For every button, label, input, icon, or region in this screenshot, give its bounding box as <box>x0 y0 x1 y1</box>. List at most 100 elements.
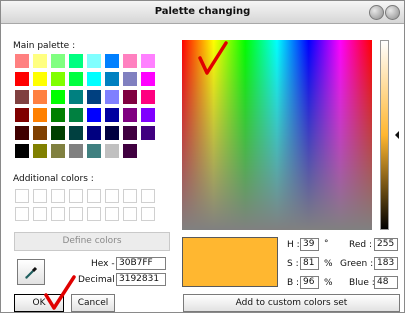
palette-dialog: Palette changing Main palette : Addition… <box>0 0 405 313</box>
palette-swatch[interactable] <box>69 72 83 86</box>
selected-color-preview <box>182 237 278 287</box>
palette-swatch[interactable] <box>33 54 47 68</box>
palette-swatch[interactable] <box>51 90 65 104</box>
palette-swatch[interactable] <box>105 108 119 122</box>
palette-swatch[interactable] <box>123 90 137 104</box>
cancel-button[interactable]: Cancel <box>71 294 115 312</box>
palette-swatch[interactable] <box>15 126 29 140</box>
title-bar: Palette changing <box>1 1 404 24</box>
additional-color-swatch[interactable] <box>141 207 155 221</box>
palette-swatch[interactable] <box>105 144 119 158</box>
palette-swatch[interactable] <box>123 54 137 68</box>
additional-colors-label: Additional colors : <box>13 174 94 184</box>
saturation-label: S : <box>287 259 299 269</box>
additional-colors-grid <box>15 189 155 221</box>
palette-swatch[interactable] <box>51 108 65 122</box>
brightness-label: B : <box>287 278 300 288</box>
palette-swatch[interactable] <box>33 126 47 140</box>
brightness-field[interactable]: 96 <box>300 276 319 289</box>
green-field[interactable]: 183 <box>374 257 398 270</box>
palette-swatch[interactable] <box>15 144 29 158</box>
palette-swatch[interactable] <box>87 72 101 86</box>
additional-color-swatch[interactable] <box>123 189 137 203</box>
palette-swatch[interactable] <box>33 144 47 158</box>
additional-color-swatch[interactable] <box>69 189 83 203</box>
hue-label: H : <box>287 240 300 250</box>
palette-swatch[interactable] <box>141 54 155 68</box>
decimal-field[interactable]: 3192831 <box>116 273 166 286</box>
red-field[interactable]: 255 <box>374 238 398 251</box>
palette-swatch[interactable] <box>123 72 137 86</box>
palette-swatch[interactable] <box>33 108 47 122</box>
green-label: Green : <box>340 259 374 269</box>
add-to-custom-colors-button[interactable]: Add to custom colors set <box>183 294 400 312</box>
additional-color-swatch[interactable] <box>51 207 65 221</box>
palette-swatch[interactable] <box>123 144 137 158</box>
checkmark-annotation-icon <box>44 275 76 310</box>
palette-swatch[interactable] <box>87 90 101 104</box>
palette-swatch[interactable] <box>51 126 65 140</box>
palette-swatch[interactable] <box>69 54 83 68</box>
palette-swatch[interactable] <box>15 54 29 68</box>
window-title: Palette changing <box>154 6 251 17</box>
palette-swatch[interactable] <box>69 126 83 140</box>
palette-swatch[interactable] <box>51 54 65 68</box>
palette-swatch[interactable] <box>15 90 29 104</box>
palette-swatch[interactable] <box>87 54 101 68</box>
palette-swatch[interactable] <box>87 108 101 122</box>
checkmark-annotation-icon <box>198 41 228 75</box>
minimize-button[interactable] <box>369 5 384 20</box>
palette-swatch[interactable] <box>51 72 65 86</box>
palette-swatch[interactable] <box>69 90 83 104</box>
palette-swatch[interactable] <box>141 126 155 140</box>
hex-field[interactable]: 30B7FF <box>116 257 166 270</box>
palette-swatch[interactable] <box>105 72 119 86</box>
palette-swatch[interactable] <box>69 108 83 122</box>
additional-color-swatch[interactable] <box>51 189 65 203</box>
blue-label: Blue : <box>349 278 375 288</box>
palette-swatch[interactable] <box>123 108 137 122</box>
palette-swatch[interactable] <box>15 72 29 86</box>
palette-swatch[interactable] <box>141 90 155 104</box>
palette-swatch[interactable] <box>105 126 119 140</box>
saturation-field[interactable]: 81 <box>300 257 319 270</box>
palette-swatch[interactable] <box>87 144 101 158</box>
additional-color-swatch[interactable] <box>33 207 47 221</box>
additional-color-swatch[interactable] <box>141 189 155 203</box>
additional-color-swatch[interactable] <box>105 207 119 221</box>
palette-swatch[interactable] <box>105 54 119 68</box>
additional-color-swatch[interactable] <box>123 207 137 221</box>
additional-color-swatch[interactable] <box>69 207 83 221</box>
define-colors-button[interactable]: Define colors <box>14 232 170 251</box>
additional-color-swatch[interactable] <box>33 189 47 203</box>
hex-label: Hex - <box>91 259 115 269</box>
close-button[interactable] <box>385 5 400 20</box>
palette-swatch[interactable] <box>123 126 137 140</box>
additional-color-swatch[interactable] <box>105 189 119 203</box>
palette-swatch[interactable] <box>141 144 155 158</box>
luminosity-slider[interactable] <box>380 40 389 230</box>
blue-field[interactable]: 48 <box>374 276 398 289</box>
palette-swatch[interactable] <box>87 126 101 140</box>
hue-unit: ° <box>324 239 329 249</box>
additional-color-swatch[interactable] <box>87 207 101 221</box>
main-palette-grid <box>15 54 155 158</box>
palette-swatch[interactable] <box>33 72 47 86</box>
hue-field[interactable]: 39 <box>300 238 319 251</box>
additional-color-swatch[interactable] <box>15 207 29 221</box>
palette-swatch[interactable] <box>141 108 155 122</box>
palette-swatch[interactable] <box>33 90 47 104</box>
additional-color-swatch[interactable] <box>15 189 29 203</box>
eyedropper-button[interactable] <box>17 259 45 285</box>
palette-swatch[interactable] <box>141 72 155 86</box>
palette-swatch[interactable] <box>51 144 65 158</box>
saturation-unit: % <box>324 259 333 269</box>
red-label: Red : <box>349 240 372 250</box>
palette-swatch[interactable] <box>15 108 29 122</box>
luminosity-marker-icon[interactable] <box>395 131 399 139</box>
palette-swatch[interactable] <box>105 90 119 104</box>
additional-color-swatch[interactable] <box>87 189 101 203</box>
brightness-unit: % <box>324 278 333 288</box>
palette-swatch[interactable] <box>69 144 83 158</box>
decimal-label: Decimal - <box>78 275 121 285</box>
